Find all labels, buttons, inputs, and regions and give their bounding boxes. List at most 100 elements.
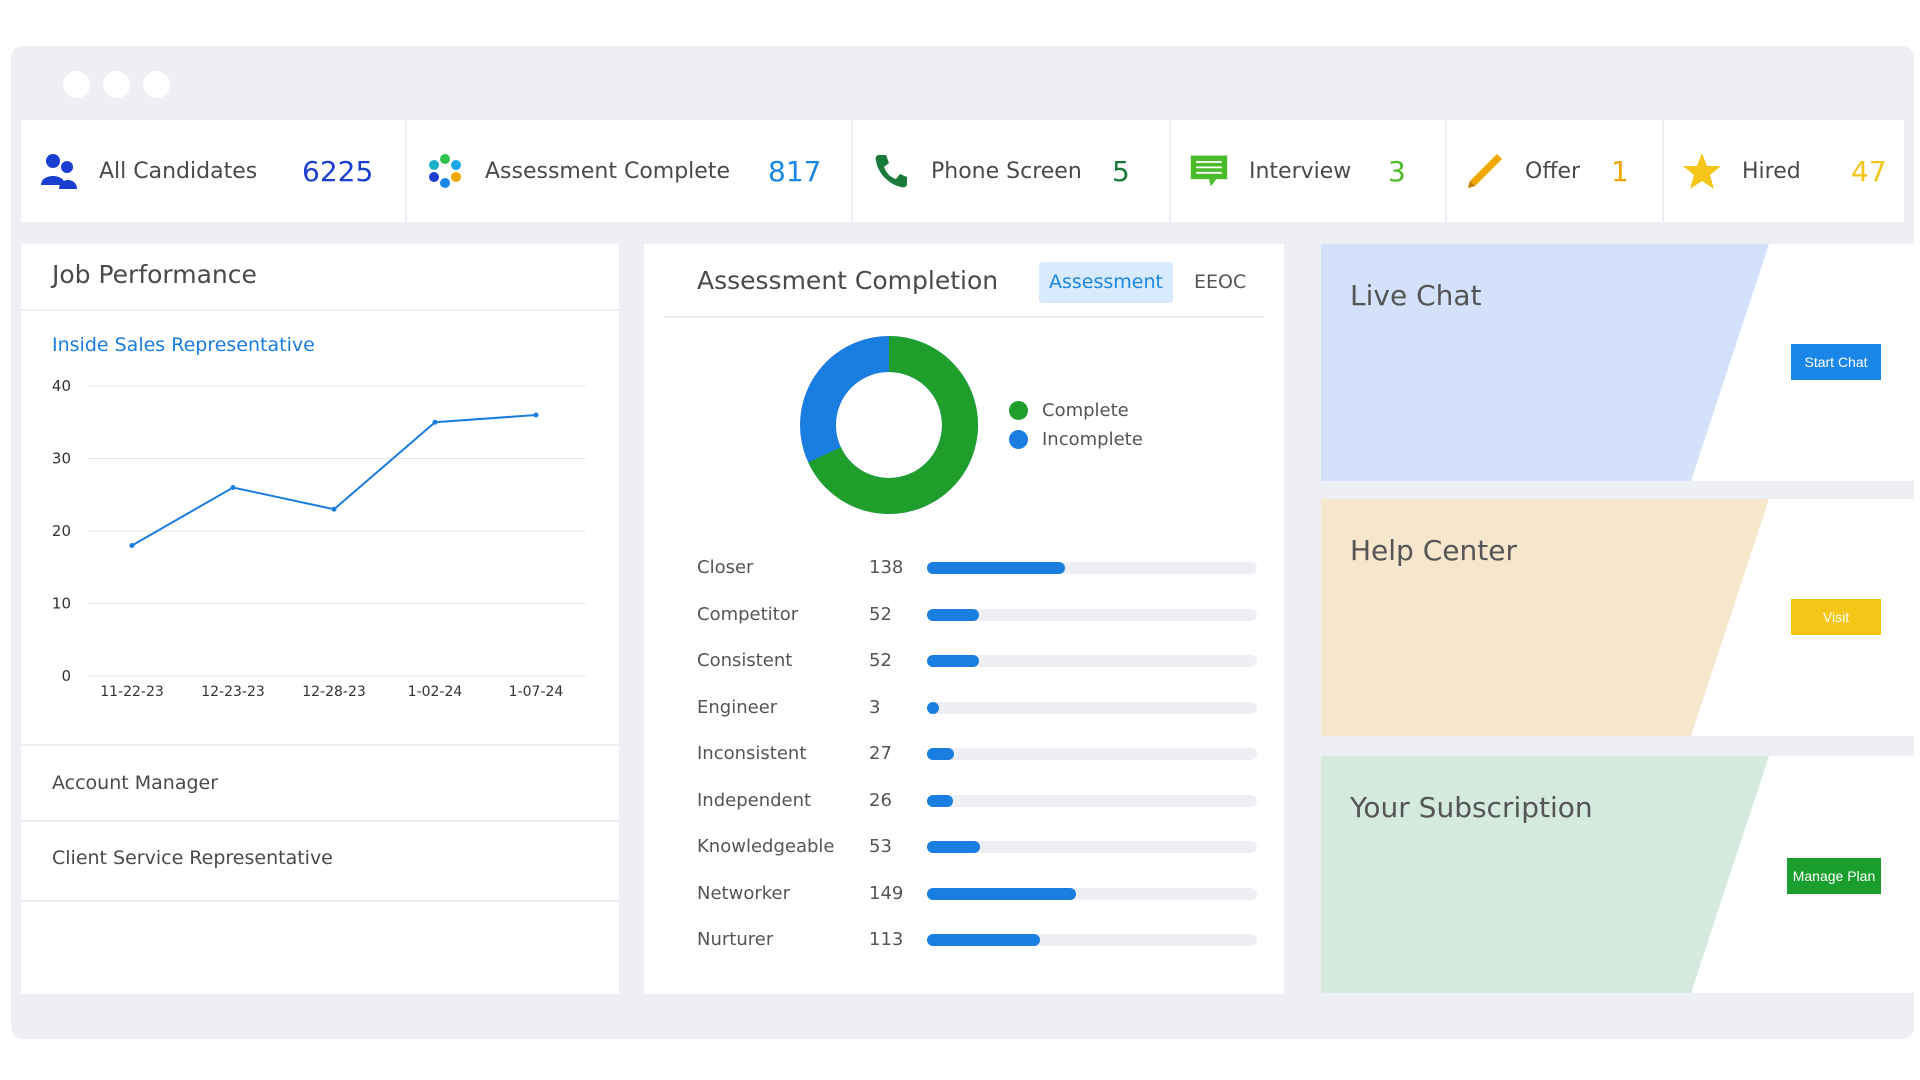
data-point[interactable] <box>129 543 135 548</box>
x-tick-label: 1-07-24 <box>509 684 564 700</box>
card-title: Help Center <box>1350 534 1517 567</box>
trait-bar-fill <box>927 701 939 714</box>
completion-donut-chart <box>800 336 978 514</box>
legend-item-incomplete: Incomplete <box>1009 429 1143 450</box>
card-title: Live Chat <box>1350 279 1482 312</box>
start-chat-button[interactable]: Start Chat <box>1791 344 1881 380</box>
data-point[interactable] <box>533 412 539 418</box>
tab-assessment[interactable]: Assessment <box>1039 262 1173 303</box>
trait-bar-track <box>927 748 1257 760</box>
x-tick-label: 12-28-23 <box>302 684 366 700</box>
legend-swatch <box>1009 430 1028 449</box>
trait-value: 53 <box>869 836 892 857</box>
trait-value: 138 <box>869 557 904 578</box>
visit-button[interactable]: Visit <box>1791 599 1881 635</box>
trait-label: Nurturer <box>697 929 774 950</box>
trait-row: Consistent 52 <box>697 650 1257 680</box>
job-performance-panel: Job Performance Inside Sales Representat… <box>21 244 619 994</box>
trait-row: Engineer 3 <box>697 697 1257 727</box>
trait-value: 26 <box>869 789 892 811</box>
y-tick-label: 0 <box>61 667 71 685</box>
trait-bar-track <box>927 841 1257 853</box>
trait-bar-fill <box>927 608 979 621</box>
stat-label: Hired <box>1742 158 1801 184</box>
data-point[interactable] <box>230 485 236 490</box>
legend-label: Incomplete <box>1042 429 1143 450</box>
stat-value: 47 <box>1851 154 1887 188</box>
stat-hired[interactable]: Hired 47 <box>1664 120 1904 222</box>
trait-bar-track <box>927 701 1257 714</box>
trait-value: 3 <box>869 696 881 718</box>
trait-row: Knowledgeable 53 <box>697 836 1257 866</box>
phone-icon <box>871 151 911 191</box>
trait-bar-fill <box>927 841 980 853</box>
stat-offer[interactable]: Offer 1 <box>1447 120 1664 222</box>
x-tick-label: 11-22-23 <box>100 684 164 700</box>
trait-label: Consistent <box>697 650 793 671</box>
window-dot-maximize[interactable] <box>143 71 170 98</box>
subscription-card: Your Subscription Manage Plan <box>1321 756 1916 993</box>
stat-label: All Candidates <box>99 158 258 184</box>
trait-label: Engineer <box>697 696 778 718</box>
flower-icon <box>425 151 465 191</box>
trait-bar-fill <box>927 934 1040 946</box>
star-icon <box>1682 151 1722 191</box>
trait-value: 27 <box>869 743 892 764</box>
trait-row: Independent 26 <box>697 790 1257 820</box>
trait-bar-track <box>927 934 1257 946</box>
trait-row: Nurturer 113 <box>697 929 1257 959</box>
legend-swatch <box>1009 401 1028 420</box>
trait-bar-fill <box>927 655 979 667</box>
data-point[interactable] <box>331 506 337 512</box>
stat-value: 3 <box>1388 154 1406 188</box>
legend-label: Complete <box>1042 400 1129 421</box>
stat-label: Assessment Complete <box>485 158 730 184</box>
stat-value: 817 <box>768 154 822 188</box>
trait-row: Inconsistent 27 <box>697 743 1257 773</box>
stat-interview[interactable]: Interview 3 <box>1171 120 1447 222</box>
window-controls <box>63 71 170 98</box>
data-point[interactable] <box>432 419 438 425</box>
y-tick-label: 40 <box>52 377 71 395</box>
manage-plan-button[interactable]: Manage Plan <box>1787 858 1881 894</box>
live-chat-card: Live Chat Start Chat <box>1321 244 1916 481</box>
stat-all-candidates[interactable]: All Candidates 6225 <box>21 120 407 222</box>
job-link-client-service[interactable]: Client Service Representative <box>52 847 333 869</box>
job-performance-chart: 0 10 20 30 40 11-22-23 12-23-23 12-28-23 1-02-24… <box>52 377 586 700</box>
app-window: All Candidates 6225 Assessment Complete … <box>11 46 1916 1039</box>
divider <box>664 316 1264 318</box>
stat-value: 5 <box>1112 154 1130 188</box>
divider <box>21 820 619 822</box>
trait-value: 52 <box>869 603 892 625</box>
trait-label: Independent <box>697 789 812 811</box>
y-tick-label: 10 <box>52 595 71 613</box>
x-tick-label: 1-02-24 <box>408 684 463 700</box>
job-link-inside-sales[interactable]: Inside Sales Representative <box>52 334 315 356</box>
window-dot-close[interactable] <box>63 71 90 98</box>
trait-bar-track <box>927 608 1257 621</box>
trait-bar-track <box>927 562 1257 574</box>
card-title: Your Subscription <box>1350 791 1593 824</box>
trait-label: Closer <box>697 557 754 578</box>
window-dot-minimize[interactable] <box>103 71 130 98</box>
stat-phone-screen[interactable]: Phone Screen 5 <box>853 120 1171 222</box>
trait-row: Closer 138 <box>697 557 1257 587</box>
trait-bar-track <box>927 794 1257 807</box>
x-tick-label: 12-23-23 <box>201 684 265 700</box>
trait-value: 149 <box>869 882 904 904</box>
trait-label: Inconsistent <box>697 743 807 764</box>
divider <box>21 309 619 311</box>
tab-eeoc[interactable]: EEOC <box>1184 262 1256 303</box>
pencil-icon <box>1465 151 1505 191</box>
pipeline-stats-bar: All Candidates 6225 Assessment Complete … <box>21 120 1904 222</box>
stat-value: 1 <box>1611 154 1629 188</box>
help-center-card: Help Center Visit <box>1321 499 1916 736</box>
stat-assessment-complete[interactable]: Assessment Complete 817 <box>407 120 853 222</box>
donut-legend: Complete Incomplete <box>1009 400 1143 458</box>
trait-value: 52 <box>869 650 892 671</box>
job-link-account-manager[interactable]: Account Manager <box>52 772 218 794</box>
y-tick-label: 20 <box>52 522 71 540</box>
trait-label: Competitor <box>697 603 799 625</box>
chat-icon <box>1189 151 1229 191</box>
trait-label: Networker <box>697 882 790 904</box>
